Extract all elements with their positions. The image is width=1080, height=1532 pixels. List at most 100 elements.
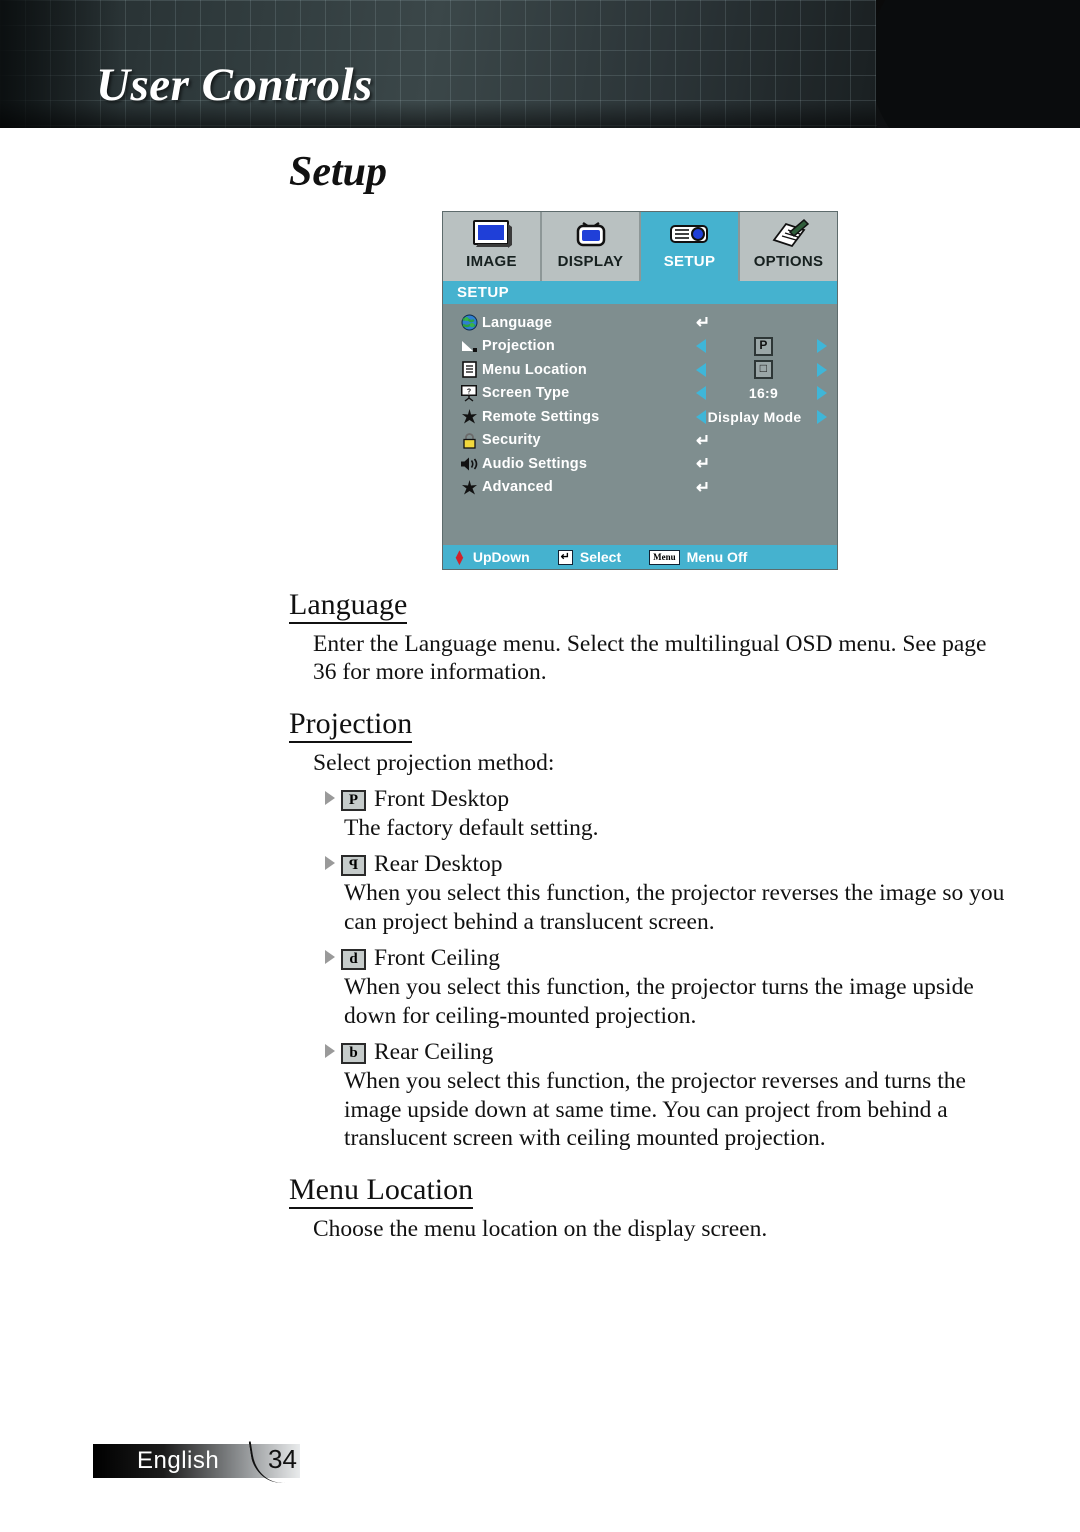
- section-menu-location-body: Choose the menu location on the display …: [313, 1215, 768, 1242]
- osd-row-projection-label: Projection: [482, 338, 555, 355]
- osd-row-screen-type-label: Screen Type: [482, 385, 570, 402]
- osd-row-security-label: Security: [482, 432, 541, 449]
- projection-angle-icon: [456, 339, 482, 354]
- front-ceiling-badge: d: [341, 949, 366, 971]
- right-arrow-icon[interactable]: [817, 409, 827, 424]
- enter-arrow-icon: ↵: [696, 477, 711, 497]
- right-arrow-icon[interactable]: [817, 339, 827, 354]
- footer-language-label: English: [137, 1447, 220, 1474]
- menu-key-icon: Menu: [649, 549, 680, 565]
- osd-row-screen-type-value: 16:9: [748, 385, 779, 402]
- rear-desktop-badge: P: [341, 855, 366, 877]
- osd-row-screen-type-control[interactable]: 16:9: [690, 382, 837, 406]
- menu-location-badge: □: [754, 360, 773, 380]
- enter-arrow-icon: ↵: [696, 454, 711, 474]
- projection-item-rear-ceiling: b Rear Ceiling: [325, 1038, 1080, 1067]
- tab-options-label: OPTIONS: [753, 253, 824, 270]
- osd-status-bar: ▲ ▼ UpDown ↵ Select Menu Menu Off: [443, 545, 837, 569]
- monitor-icon: [470, 217, 514, 251]
- svg-text:?: ?: [467, 389, 471, 396]
- footer-page-number: 34: [268, 1444, 297, 1474]
- osd-row-remote-settings-control[interactable]: Display Mode: [690, 405, 837, 429]
- front-desktop-badge: P: [341, 790, 366, 812]
- enter-arrow-icon: ↵: [696, 430, 711, 450]
- right-arrow-icon[interactable]: [817, 386, 827, 401]
- osd-row-projection[interactable]: Projection P: [443, 335, 837, 359]
- tab-display-label: DISPLAY: [557, 253, 624, 270]
- tab-display[interactable]: DISPLAY: [542, 212, 641, 281]
- osd-row-menu-location[interactable]: Menu Location □: [443, 358, 837, 382]
- camera-lens-graphic: [876, 0, 1080, 128]
- status-updown-label: UpDown: [472, 549, 530, 565]
- section-projection-intro: Select projection method:: [313, 749, 555, 776]
- front-desktop-title: Front Desktop: [374, 786, 510, 813]
- osd-row-audio-settings[interactable]: Audio Settings ↵: [443, 452, 837, 476]
- tab-options[interactable]: OPTIONS: [740, 212, 837, 281]
- bullet-triangle-icon: [325, 950, 335, 965]
- tab-image[interactable]: IMAGE: [443, 212, 542, 281]
- osd-row-audio-settings-control[interactable]: ↵: [690, 452, 837, 476]
- osd-row-menu-location-value: □: [690, 360, 837, 380]
- osd-row-language-control[interactable]: ↵: [690, 311, 837, 335]
- page-header-banner: User Controls: [0, 0, 1080, 128]
- tab-image-label: IMAGE: [466, 253, 517, 270]
- osd-row-advanced-control[interactable]: ↵: [690, 476, 837, 500]
- enter-key-icon: ↵: [557, 549, 573, 565]
- osd-row-menu-location-control[interactable]: □: [690, 358, 837, 382]
- padlock-icon: [456, 432, 482, 449]
- osd-row-screen-type[interactable]: ? Screen Type 16:9: [443, 382, 837, 406]
- tab-setup-label: SETUP: [663, 253, 716, 270]
- rear-desktop-body: When you select this function, the proje…: [344, 880, 1005, 935]
- osd-row-language[interactable]: Language ↵: [443, 311, 837, 335]
- osd-row-projection-value: P: [690, 336, 837, 356]
- osd-section-title: SETUP: [443, 281, 837, 304]
- osd-tab-bar: IMAGE DISPLAY SETUP OPTIONS: [443, 212, 837, 281]
- osd-row-remote-settings[interactable]: Remote Settings Display Mode: [443, 405, 837, 429]
- enter-arrow-icon: ↵: [696, 313, 711, 333]
- right-arrow-icon[interactable]: [817, 362, 827, 377]
- rear-ceiling-title: Rear Ceiling: [374, 1039, 494, 1066]
- star-icon: [456, 408, 482, 425]
- osd-row-security-control[interactable]: ↵: [690, 429, 837, 453]
- section-language-heading: Language: [289, 588, 408, 624]
- section-menu-location: Menu Location: [0, 1173, 1080, 1215]
- bullet-triangle-icon: [325, 1044, 335, 1059]
- status-updown: ▲ ▼ UpDown: [453, 546, 530, 568]
- osd-row-audio-settings-label: Audio Settings: [482, 455, 588, 472]
- notepad-pencil-icon: [766, 217, 812, 251]
- osd-row-language-label: Language: [482, 314, 553, 331]
- tv-icon: [569, 217, 613, 251]
- osd-row-advanced[interactable]: Advanced ↵: [443, 476, 837, 500]
- section-language: Language: [0, 588, 1080, 630]
- status-select: ↵ Select: [557, 549, 622, 565]
- status-select-label: Select: [579, 549, 622, 565]
- osd-row-projection-control[interactable]: P: [690, 335, 837, 359]
- front-desktop-body: The factory default setting.: [344, 814, 599, 841]
- section-projection-heading: Projection: [289, 707, 413, 743]
- section-menu-location-heading: Menu Location: [289, 1173, 474, 1209]
- osd-row-remote-settings-label: Remote Settings: [482, 408, 600, 425]
- projection-mode-badge: P: [754, 336, 773, 356]
- header-title: User Controls: [96, 59, 373, 111]
- osd-row-menu-location-label: Menu Location: [482, 361, 587, 378]
- rear-desktop-title: Rear Desktop: [374, 851, 503, 878]
- rear-ceiling-body: When you select this function, the proje…: [344, 1068, 966, 1152]
- document-icon: [456, 361, 482, 379]
- projection-item-front-desktop: P Front Desktop: [325, 785, 1080, 814]
- osd-row-security[interactable]: Security ↵: [443, 429, 837, 453]
- lens-chrome-ring-icon: [876, 0, 1080, 128]
- front-ceiling-title: Front Ceiling: [374, 945, 500, 972]
- projection-item-front-ceiling: d Front Ceiling: [325, 944, 1080, 973]
- bullet-triangle-icon: [325, 856, 335, 871]
- rear-ceiling-badge: b: [341, 1043, 366, 1065]
- osd-row-remote-settings-value: Display Mode: [707, 408, 802, 425]
- updown-arrows-icon: ▲ ▼: [453, 546, 466, 568]
- speaker-icon: [456, 456, 482, 472]
- osd-row-advanced-label: Advanced: [482, 479, 553, 496]
- section-projection: Projection: [0, 707, 1080, 749]
- tab-setup[interactable]: SETUP: [641, 212, 740, 281]
- osd-menu-panel: IMAGE DISPLAY SETUP OPTIONS SETUP Langua…: [442, 211, 838, 570]
- star-icon: [456, 479, 482, 496]
- globe-icon: [456, 314, 482, 331]
- status-menu-off-label: Menu Off: [686, 549, 748, 565]
